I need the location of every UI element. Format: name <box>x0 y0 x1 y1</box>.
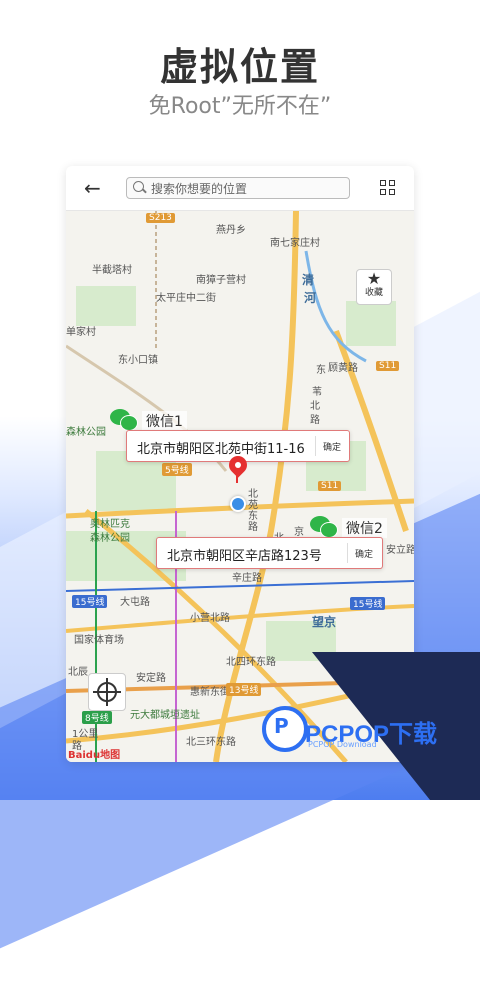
map-label: 国家体育场 <box>74 635 124 646</box>
search-placeholder: 搜索你想要的位置 <box>151 182 248 196</box>
map-view[interactable]: 燕丹乡 南七家庄村 半截塔村 南獐子营村 清 河 太平庄中二街 单家村 东小口镇… <box>66 211 414 762</box>
address-card-2: 北京市朝阳区辛店路123号 确定 <box>156 537 383 569</box>
grid-icon <box>380 180 386 186</box>
phone-screen: ← 搜索你想要的位置 燕丹乡 南七家庄村 半截塔村 南獐子营村 清 河 太平庄中… <box>66 166 414 762</box>
promo-title: 虚拟位置 <box>159 45 320 89</box>
location-pin-stem <box>236 471 238 483</box>
search-input[interactable]: 搜索你想要的位置 <box>126 177 350 199</box>
grid-menu-button[interactable] <box>380 180 396 196</box>
watermark-logo-letter: P <box>274 714 289 738</box>
map-label: 森林公园 <box>90 533 130 544</box>
map-label: 森林公园 <box>66 427 106 438</box>
route-badge: S213 <box>146 213 175 223</box>
map-label: 燕丹乡 <box>216 225 246 236</box>
map-label: 半截塔村 <box>92 265 132 276</box>
map-label: 南獐子营村 <box>196 275 246 286</box>
favorite-label: 收藏 <box>364 288 383 298</box>
map-label: 辛庄路 <box>232 573 262 584</box>
route-badge: S11 <box>376 361 400 371</box>
grid-icon <box>389 180 395 186</box>
map-label: 太平庄中二街 <box>156 293 216 304</box>
locate-button[interactable] <box>88 673 126 711</box>
star-icon: ★ <box>366 269 382 288</box>
map-label: 安立路 <box>386 545 414 556</box>
map-label: 北辰 <box>68 667 88 678</box>
promo-subtitle: 免Root”无所不在” <box>148 94 332 119</box>
map-label: 北四环东路 <box>226 657 276 668</box>
confirm-button[interactable]: 确定 <box>323 440 341 453</box>
route-badge: 15号线 <box>350 597 386 610</box>
route-badge: 13号线 <box>226 683 262 696</box>
map-label: 惠新东街 <box>190 687 230 698</box>
map-attribution: Baidu地图 <box>68 750 121 761</box>
crosshair-icon <box>93 678 121 706</box>
route-badge: 8号线 <box>82 711 112 724</box>
watermark-logo: P <box>262 706 308 752</box>
map-label: 路 <box>310 415 320 426</box>
map-label: 东 <box>316 365 326 376</box>
map-label: 北 <box>310 401 320 412</box>
divider <box>347 543 348 563</box>
grid-icon <box>380 189 386 195</box>
wechat-icon <box>310 516 338 538</box>
top-bar: ← 搜索你想要的位置 <box>66 166 414 211</box>
current-location-dot <box>230 496 246 512</box>
map-label: 元大都城垣遗址 <box>130 710 200 721</box>
route-badge: 5号线 <box>162 463 192 476</box>
map-label: 单家村 <box>66 327 96 338</box>
map-label: 小营北路 <box>190 613 230 624</box>
address-text: 北京市朝阳区辛店路123号 <box>167 549 322 564</box>
route-badge: 15号线 <box>72 595 108 608</box>
divider <box>315 436 316 456</box>
map-label: 奥林匹克 <box>90 519 130 530</box>
marker-label: 微信1 <box>142 411 187 431</box>
grid-icon <box>389 189 395 195</box>
map-label: 京 <box>294 527 304 538</box>
route-badge: S11 <box>318 481 342 491</box>
map-label: 北苑东路 <box>248 489 258 533</box>
confirm-button[interactable]: 确定 <box>355 547 373 560</box>
wechat-icon <box>110 409 138 431</box>
favorite-button[interactable]: ★ 收藏 <box>356 269 392 305</box>
arrow-left-icon: ← <box>84 176 101 200</box>
marker-label: 微信2 <box>342 518 387 538</box>
watermark-subtext: PCPOP Download <box>308 740 377 749</box>
map-label: 北三环东路 <box>186 737 236 748</box>
map-label: 苇 <box>312 387 322 398</box>
map-label: 河 <box>304 291 317 305</box>
map-label: 东小口镇 <box>118 355 158 366</box>
address-text: 北京市朝阳区北苑中街11-16 <box>137 442 305 457</box>
map-label: 大屯路 <box>120 597 150 608</box>
search-icon <box>133 181 144 192</box>
map-label: 清 <box>302 273 315 287</box>
map-label: 望京 <box>312 615 337 629</box>
map-label: 南七家庄村 <box>270 238 320 249</box>
map-label: 顾黄路 <box>328 363 358 374</box>
map-label: 安定路 <box>136 673 166 684</box>
back-button[interactable]: ← <box>84 176 101 200</box>
